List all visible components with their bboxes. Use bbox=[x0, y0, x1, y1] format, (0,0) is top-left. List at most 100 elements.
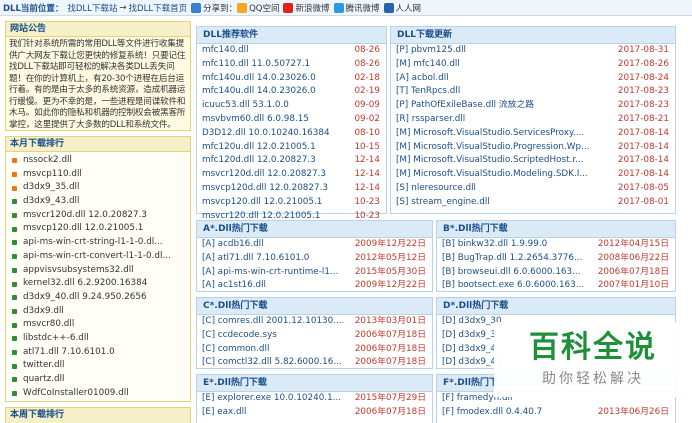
share-item[interactable]: 人人网 bbox=[383, 2, 421, 14]
list-item[interactable]: D3D12.dll 10.0.10240.16384 08-10 bbox=[197, 127, 386, 141]
list-item-link[interactable]: [A] atl71.dll 7.10.6101.0 bbox=[202, 252, 352, 266]
list-item[interactable]: [M] mfc140.dll 2017-08-26 bbox=[391, 58, 675, 72]
ranking-item[interactable]: appvisvsubsystems32.dll bbox=[6, 264, 190, 278]
list-item[interactable]: [E] eax.dll 2006年07月18日 bbox=[197, 406, 432, 420]
list-item-link[interactable]: [R] rssparser.dll bbox=[396, 113, 615, 127]
ranking-item[interactable]: msvcr80.dll bbox=[6, 318, 190, 332]
list-item-link[interactable]: [B] browseui.dll 6.0.6000.163... bbox=[442, 266, 595, 280]
list-item[interactable]: [M] Microsoft.VisualStudio.ServicesProxy… bbox=[391, 127, 675, 141]
list-item-link[interactable]: mfc140u.dll 14.0.23026.0 bbox=[202, 85, 351, 99]
ranking-item[interactable]: libstdc++-6.dll bbox=[6, 332, 190, 346]
list-item[interactable]: [C] ccdecode.sys 2006年07月18日 bbox=[197, 329, 432, 343]
list-item-link[interactable]: [F] fmodex.dll 0.4.40.7 bbox=[442, 406, 595, 420]
list-item[interactable]: [M] Microsoft.VisualStudio.Progression.W… bbox=[391, 141, 675, 155]
list-item[interactable]: [A] acbol.dll 2017-08-24 bbox=[391, 72, 675, 86]
ranking-item[interactable]: msvcp110.dll bbox=[6, 168, 190, 182]
list-item-link[interactable]: mfc120d.dll 12.0.20827.3 bbox=[202, 154, 351, 168]
list-item-link[interactable]: [S] stream_engine.dll bbox=[396, 196, 615, 210]
ranking-item[interactable]: nssock2.dll bbox=[6, 154, 190, 168]
list-item-link[interactable]: msvbvm60.dll 6.0.98.15 bbox=[202, 113, 351, 127]
ranking-item[interactable]: atl71.dll 7.10.6101.0 bbox=[6, 346, 190, 360]
share-item[interactable]: 腾讯微博 bbox=[333, 2, 380, 14]
list-item[interactable]: [C] common.dll 2006年07月18日 bbox=[197, 343, 432, 357]
list-item-link[interactable]: [A] api-ms-win-crt-runtime-l1... bbox=[202, 266, 352, 280]
list-item[interactable]: [S] stream_engine.dll 2017-08-01 bbox=[391, 196, 675, 210]
list-item-link[interactable]: [C] common.dll bbox=[202, 343, 352, 357]
ranking-item[interactable]: api-ms-win-crt-convert-l1-1-0.dl... bbox=[6, 250, 190, 264]
ranking-item[interactable]: d3dx9_40.dll 9.24.950.2656 bbox=[6, 291, 190, 305]
list-item-link[interactable]: [C] comres.dll 2001.12.10130.... bbox=[202, 315, 352, 329]
list-item-link[interactable]: [M] Microsoft.VisualStudio.ScriptedHost.… bbox=[396, 154, 615, 168]
list-item[interactable]: [F] fmodex.dll 0.4.40.7 2013年06月26日 bbox=[437, 406, 675, 420]
list-item-link[interactable]: [M] Microsoft.VisualStudio.Modeling.SDK.… bbox=[396, 168, 615, 182]
ranking-item[interactable]: d3dx9_35.dll bbox=[6, 181, 190, 195]
list-item-link[interactable]: msvcp120d.dll 12.0.20827.3 bbox=[202, 182, 351, 196]
ranking-item[interactable]: d3dx9_43.dll bbox=[6, 195, 190, 209]
list-item-link[interactable]: [T] TenRpcs.dll bbox=[396, 85, 615, 99]
list-item[interactable]: [R] rssparser.dll 2017-08-21 bbox=[391, 113, 675, 127]
share-item[interactable]: 新浪微博 bbox=[283, 2, 330, 14]
list-item[interactable]: [A] atl71.dll 7.10.6101.0 2012年05月12日 bbox=[197, 252, 432, 266]
list-item[interactable]: [M] Microsoft.VisualStudio.ScriptedHost.… bbox=[391, 154, 675, 168]
share-item[interactable]: QQ空间 bbox=[237, 2, 279, 14]
list-item-link[interactable]: msvcr120d.dll 12.0.20827.3 bbox=[202, 168, 351, 182]
list-item[interactable]: [P] pbvm125.dll 2017-08-31 bbox=[391, 44, 675, 58]
list-item-link[interactable]: [B] BugTrap.dll 1.2.2654.3776... bbox=[442, 252, 595, 266]
ranking-item[interactable]: msvcp120.dll 12.0.21005.1 bbox=[6, 222, 190, 236]
breadcrumb-home-link[interactable]: 找DLL下载站 bbox=[67, 2, 117, 14]
list-item[interactable]: [A] ac1st16.dll 2009年12月22日 bbox=[197, 279, 432, 293]
list-item-link[interactable]: [A] ac1st16.dll bbox=[202, 279, 352, 293]
list-item-link[interactable]: [M] Microsoft.VisualStudio.ServicesProxy… bbox=[396, 127, 615, 141]
list-item[interactable]: [C] comctl32.dll 5.82.6000.16... 2006年07月… bbox=[197, 356, 432, 370]
list-item-link[interactable]: [E] eax.dll bbox=[202, 406, 352, 420]
ranking-item[interactable]: api-ms-win-crt-string-l1-1-0.dl... bbox=[6, 236, 190, 250]
list-item[interactable]: mfc120u.dll 12.0.21005.1 10-15 bbox=[197, 141, 386, 155]
list-item[interactable]: msvbvm60.dll 6.0.98.15 09-02 bbox=[197, 113, 386, 127]
list-item-link[interactable]: [B] binkw32.dll 1.9.99.0 bbox=[442, 238, 595, 252]
list-item[interactable]: [B] binkw32.dll 1.9.99.0 2012年04月15日 bbox=[437, 238, 675, 252]
list-item-link[interactable]: [M] Microsoft.VisualStudio.Progression.W… bbox=[396, 141, 615, 155]
list-item[interactable]: mfc110.dll 11.0.50727.1 08-26 bbox=[197, 58, 386, 72]
list-item[interactable]: [T] TenRpcs.dll 2017-08-23 bbox=[391, 85, 675, 99]
list-item-link[interactable]: [A] acdb16.dll bbox=[202, 238, 352, 252]
list-item-link[interactable]: [M] mfc140.dll bbox=[396, 58, 615, 72]
list-item[interactable]: [S] nleresource.dll 2017-08-05 bbox=[391, 182, 675, 196]
ranking-item[interactable]: twitter.dll bbox=[6, 359, 190, 373]
list-item-link[interactable]: [A] acbol.dll bbox=[396, 72, 615, 86]
ranking-item[interactable]: quartz.dll bbox=[6, 373, 190, 387]
list-item[interactable]: [M] Microsoft.VisualStudio.Modeling.SDK.… bbox=[391, 168, 675, 182]
list-item[interactable]: icuuc53.dll 53.1.0.0 09-09 bbox=[197, 99, 386, 113]
list-item-link[interactable]: msvcp120.dll 12.0.21005.1 bbox=[202, 196, 351, 210]
list-item[interactable]: mfc120d.dll 12.0.20827.3 12-14 bbox=[197, 154, 386, 168]
list-item-link[interactable]: D3D12.dll 10.0.10240.16384 bbox=[202, 127, 351, 141]
ranking-item[interactable]: d3dx9.dll bbox=[6, 305, 190, 319]
ranking-item[interactable]: kernel32.dll 6.2.9200.16384 bbox=[6, 277, 190, 291]
list-item-link[interactable]: mfc120u.dll 12.0.21005.1 bbox=[202, 141, 351, 155]
list-item[interactable]: [B] bootsect.exe 6.0.6000.163... 2007年01月… bbox=[437, 279, 675, 293]
list-item-link[interactable]: [C] ccdecode.sys bbox=[202, 329, 352, 343]
list-item-link[interactable]: mfc110.dll 11.0.50727.1 bbox=[202, 58, 351, 72]
list-item-link[interactable]: mfc140u.dll 14.0.23026.0 bbox=[202, 72, 351, 86]
list-item[interactable]: mfc140.dll 08-26 bbox=[197, 44, 386, 58]
list-item[interactable]: [B] BugTrap.dll 1.2.2654.3776... 2008年06月… bbox=[437, 252, 675, 266]
list-item-link[interactable]: [B] bootsect.exe 6.0.6000.163... bbox=[442, 279, 595, 293]
ranking-item[interactable]: msvcr120d.dll 12.0.20827.3 bbox=[6, 209, 190, 223]
list-item[interactable]: [P] PathOfExileBase.dll 流放之路 2017-08-23 bbox=[391, 99, 675, 113]
list-item[interactable]: mfc140u.dll 14.0.23026.0 02-19 bbox=[197, 85, 386, 99]
list-item-link[interactable]: [C] comctl32.dll 5.82.6000.16... bbox=[202, 356, 352, 370]
list-item-link[interactable]: mfc140.dll bbox=[202, 44, 351, 58]
list-item-link[interactable]: icuuc53.dll 53.1.0.0 bbox=[202, 99, 351, 113]
list-item[interactable]: msvcr120d.dll 12.0.20827.3 12-14 bbox=[197, 168, 386, 182]
list-item[interactable]: msvcp120d.dll 12.0.20827.3 12-14 bbox=[197, 182, 386, 196]
list-item[interactable]: [C] comres.dll 2001.12.10130.... 2013年03月… bbox=[197, 315, 432, 329]
list-item[interactable]: [A] acdb16.dll 2009年12月22日 bbox=[197, 238, 432, 252]
list-item-link[interactable]: [S] nleresource.dll bbox=[396, 182, 615, 196]
list-item[interactable]: msvcp120.dll 12.0.21005.1 10-23 bbox=[197, 196, 386, 210]
list-item[interactable]: [E] explorer.exe 10.0.10240.1... 2015年07月… bbox=[197, 392, 432, 406]
list-item-link[interactable]: [E] explorer.exe 10.0.10240.1... bbox=[202, 392, 352, 406]
list-item[interactable]: [A] api-ms-win-crt-runtime-l1... 2015年05月… bbox=[197, 266, 432, 280]
list-item[interactable]: [B] browseui.dll 6.0.6000.163... 2006年07月… bbox=[437, 266, 675, 280]
list-item[interactable]: mfc140u.dll 14.0.23026.0 02-18 bbox=[197, 72, 386, 86]
ranking-item[interactable]: WdfCoInstaller01009.dll bbox=[6, 387, 190, 401]
list-item-link[interactable]: [P] PathOfExileBase.dll 流放之路 bbox=[396, 99, 615, 113]
